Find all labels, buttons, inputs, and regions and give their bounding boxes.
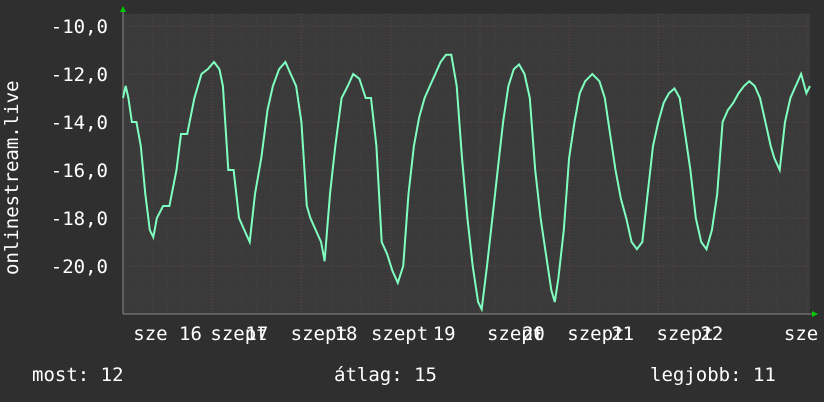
- y-tick-label: -12,0: [51, 64, 108, 86]
- x-tick-label: sze 16: [133, 323, 202, 345]
- x-tick-label: 19: [433, 323, 456, 345]
- x-tick-label: szept: [371, 323, 428, 345]
- y-axis-arrow: [120, 6, 126, 12]
- x-axis-ticks: sze 16 szept17 szept18 szept 19 szept20 szept2…: [133, 323, 818, 345]
- best-value: legjobb: 11: [650, 364, 776, 386]
- x-tick-label: 20: [522, 323, 545, 345]
- x-tick-label: 17: [245, 323, 268, 345]
- plot-area: [123, 14, 810, 314]
- y-axis-ticks: -10,0 -12,0 -14,0 -16,0 -18,0 -20,0: [51, 16, 108, 278]
- x-tick-label: 18: [335, 323, 358, 345]
- y-tick-label: -18,0: [51, 208, 108, 230]
- footer-current: most: 12: [32, 362, 124, 388]
- average-value: átlag: 15: [334, 364, 437, 386]
- x-axis-arrow: [812, 311, 818, 317]
- x-tick-label: sze: [784, 323, 818, 345]
- y-tick-label: -16,0: [51, 160, 108, 182]
- current-value: most: 12: [32, 364, 124, 386]
- y-tick-label: -14,0: [51, 112, 108, 134]
- x-tick-label: 21: [611, 323, 634, 345]
- footer-best: legjobb: 11: [650, 362, 776, 388]
- y-tick-label: -10,0: [51, 16, 108, 38]
- plot-background: [123, 14, 810, 314]
- x-tick-label: 22: [700, 323, 723, 345]
- chart: -10,0 -12,0 -14,0 -16,0 -18,0 -20,0 sze 16 sze…: [1, 6, 818, 345]
- footer-average: átlag: 15: [334, 362, 437, 388]
- y-axis-label: onlinestream.live: [1, 81, 23, 275]
- y-tick-label: -20,0: [51, 256, 108, 278]
